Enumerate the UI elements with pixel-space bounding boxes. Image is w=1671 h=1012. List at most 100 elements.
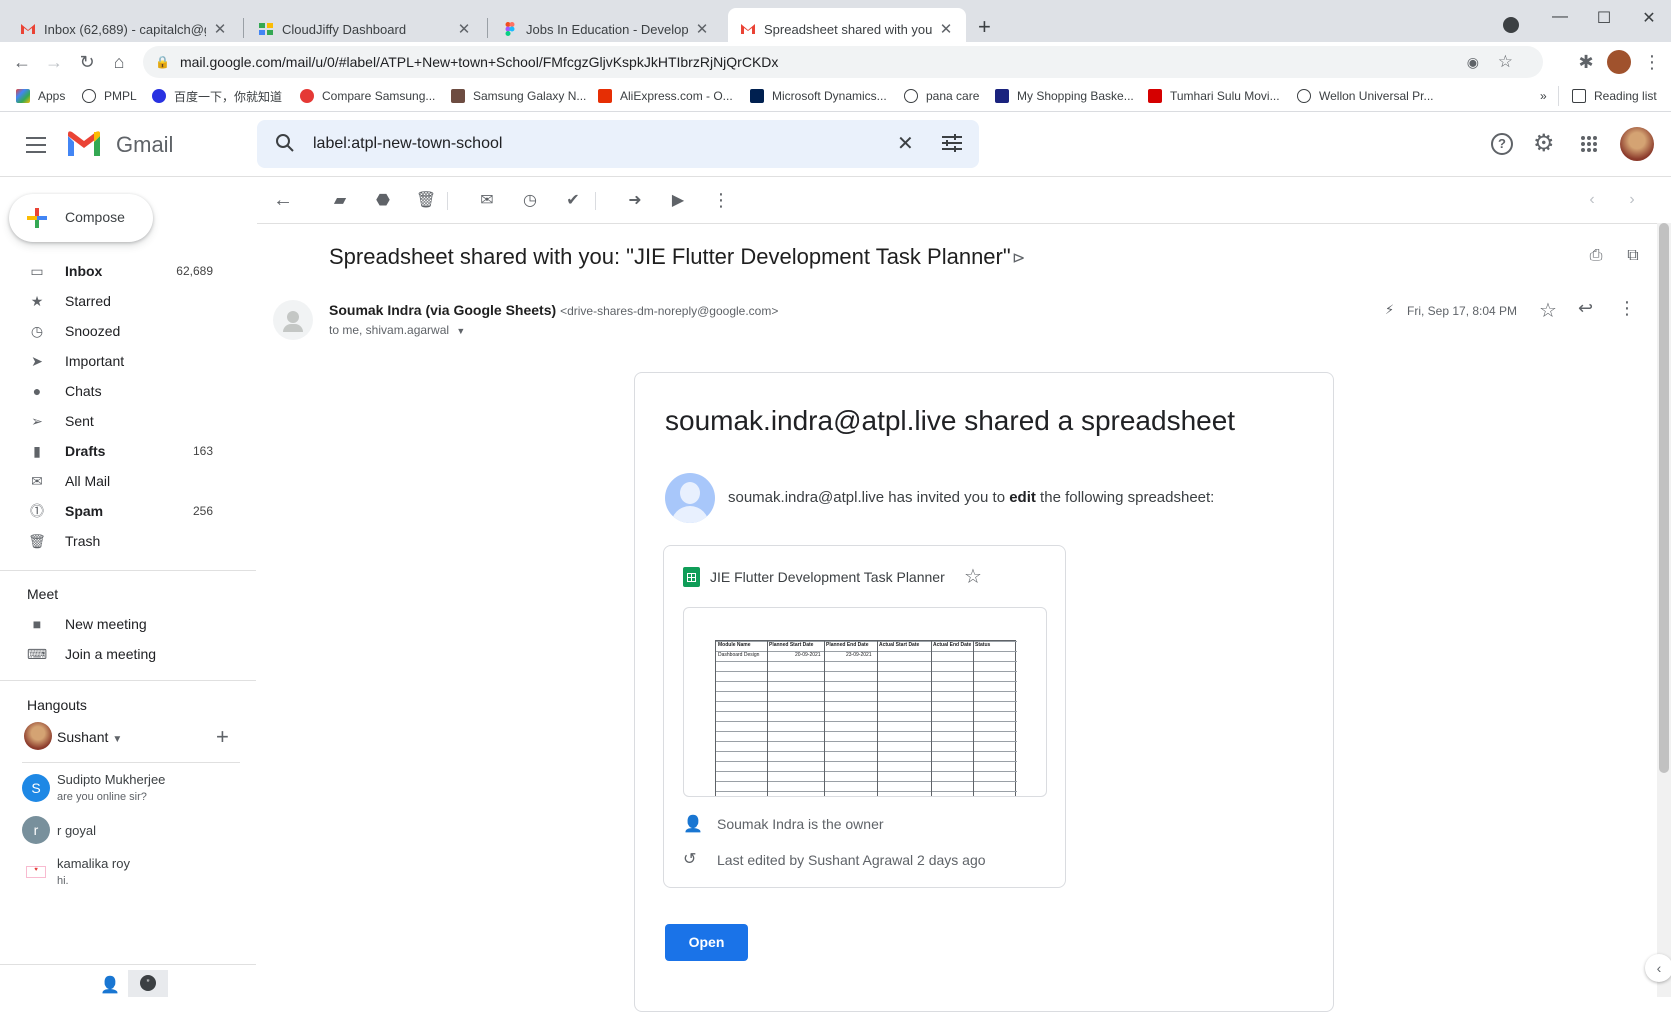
message-more-icon[interactable]: ⋮ (1618, 298, 1636, 319)
maximize-icon[interactable]: ☐ (1582, 8, 1626, 28)
recipients[interactable]: to me, shivam.agarwal ▼ (329, 323, 465, 337)
chrome-menu-icon[interactable]: ⋮ (1640, 50, 1664, 74)
nav-all-mail[interactable]: ✉ All Mail (0, 466, 256, 496)
hangouts-heading: Hangouts (27, 697, 87, 713)
bookmark-microsoft-dynamics[interactable]: Microsoft Dynamics... (750, 86, 887, 106)
scrollbar[interactable] (1657, 223, 1671, 997)
clear-search-icon[interactable]: ✕ (897, 131, 914, 156)
profile-avatar[interactable] (1607, 50, 1631, 74)
move-to-icon[interactable]: ➜ (623, 188, 647, 212)
extensions-icon[interactable]: ✱ (1574, 50, 1598, 74)
nav-trash[interactable]: 🗑 Trash (0, 526, 256, 556)
hangout-contact-kamalika[interactable]: ♥ kamalika roy hi. (22, 854, 252, 894)
search-icon[interactable] (275, 133, 295, 153)
search-bar[interactable]: label:atpl-new-town-school ✕ (257, 120, 979, 168)
bookmark-star-icon[interactable]: ☆ (1498, 52, 1513, 72)
bookmarks-overflow[interactable]: » (1540, 86, 1547, 106)
bookmark-samsung-galaxy[interactable]: Samsung Galaxy N... (451, 86, 586, 106)
address-bar[interactable]: 🔒 mail.google.com/mail/u/0/#label/ATPL+N… (143, 46, 1543, 78)
main-menu-icon[interactable] (26, 134, 46, 154)
nav-important[interactable]: ➤ Important (0, 346, 256, 376)
google-apps-icon[interactable] (1580, 135, 1598, 153)
reload-icon[interactable]: ↻ (75, 50, 99, 74)
reading-list[interactable]: Reading list (1572, 86, 1657, 106)
open-new-window-icon[interactable]: ⧉ (1621, 244, 1645, 268)
archive-icon[interactable]: ▰ (328, 188, 352, 212)
meet-join-meeting[interactable]: ⌨ Join a meeting (0, 639, 256, 669)
close-tab-icon[interactable]: ✕ (456, 20, 472, 38)
search-input[interactable]: label:atpl-new-town-school (313, 135, 502, 153)
eye-icon[interactable]: ◉ (1467, 54, 1479, 71)
last-edited-text: Last edited by Sushant Agrawal 2 days ag… (717, 852, 986, 868)
close-tab-icon[interactable]: ✕ (938, 20, 954, 38)
google-sheets-icon (683, 567, 700, 587)
bookmark-aliexpress[interactable]: AliExpress.com - O... (598, 86, 733, 106)
quick-action-bolt-icon: ⚡ (1385, 302, 1395, 317)
nav-inbox[interactable]: ▭ Inbox 62,689 (0, 256, 256, 286)
more-actions-icon[interactable]: ⋮ (709, 188, 733, 212)
add-hangout-icon[interactable]: + (216, 724, 229, 750)
new-tab-icon[interactable]: + (978, 14, 991, 40)
bookmark-my-shopping-basket[interactable]: My Shopping Baske... (995, 86, 1134, 106)
close-window-icon[interactable]: ✕ (1627, 8, 1671, 28)
hangouts-status-menu[interactable]: Sushant ▼ (57, 729, 122, 745)
forward-icon[interactable]: → (42, 50, 66, 74)
hangout-contact-r-goyal[interactable]: r r goyal (22, 816, 252, 848)
contact-name: Sudipto Mukherjee (57, 772, 166, 787)
label-icon[interactable]: ▶ (666, 188, 690, 212)
meet-new-meeting[interactable]: ■ New meeting (0, 609, 256, 639)
bookmark-wellon[interactable]: Wellon Universal Pr... (1297, 86, 1434, 106)
bookmark-pmpl[interactable]: PMPL (82, 86, 137, 106)
star-message-icon[interactable]: ☆ (1539, 298, 1557, 323)
hangouts-tab-active[interactable]: ” (128, 970, 168, 997)
bookmark-tumhari-sulu[interactable]: Tumhari Sulu Movi... (1148, 86, 1280, 106)
bookmark-pana-care[interactable]: pana care (904, 86, 979, 106)
nav-spam[interactable]: ⓵ Spam 256 (0, 496, 256, 526)
file-card[interactable]: JIE Flutter Development Task Planner ☆ M… (663, 545, 1066, 888)
home-icon[interactable]: ⌂ (107, 50, 131, 74)
divider (22, 762, 240, 763)
file-star-icon[interactable]: ☆ (964, 564, 982, 589)
nav-chats[interactable]: ● Chats (0, 376, 256, 406)
compose-button[interactable]: Compose (9, 194, 153, 242)
gmail-wordmark: Gmail (116, 132, 174, 157)
account-avatar[interactable] (1620, 127, 1654, 161)
settings-gear-icon[interactable]: ⚙ (1533, 129, 1555, 158)
side-panel-toggle-icon[interactable]: ‹ (1645, 954, 1671, 982)
help-icon[interactable]: ? (1491, 133, 1513, 155)
sender-name[interactable]: Soumak Indra (via Google Sheets) (329, 302, 556, 318)
tab-search-icon[interactable] (1503, 17, 1519, 33)
nav-sent[interactable]: ➢ Sent (0, 406, 256, 436)
gmail-header: Gmail label:atpl-new-town-school ✕ ? ⚙ (0, 113, 1671, 177)
back-to-list-icon[interactable]: ← (271, 188, 295, 212)
baidu-icon (152, 89, 166, 103)
back-icon[interactable]: ← (10, 50, 34, 74)
reply-icon[interactable]: ↩ (1578, 298, 1593, 319)
minimize-icon[interactable]: — (1538, 8, 1582, 26)
nav-drafts[interactable]: ▮ Drafts 163 (0, 436, 256, 466)
nav-starred[interactable]: ★ Starred (0, 286, 256, 316)
important-marker-icon[interactable]: ⊳ (1012, 248, 1025, 268)
nav-snoozed[interactable]: ◷ Snoozed (0, 316, 256, 346)
file-name[interactable]: JIE Flutter Development Task Planner (710, 569, 945, 585)
newer-chevron-icon[interactable]: ‹ (1580, 188, 1604, 212)
open-button[interactable]: Open (665, 924, 748, 961)
print-icon[interactable]: ⎙ (1584, 244, 1608, 268)
close-tab-icon[interactable]: ✕ (212, 20, 228, 38)
spreadsheet-thumbnail[interactable]: Module Name Planned Start Date Planned E… (683, 607, 1047, 797)
close-tab-icon[interactable]: ✕ (694, 20, 710, 38)
scrollbar-thumb[interactable] (1659, 223, 1669, 773)
snooze-icon[interactable]: ◷ (518, 188, 542, 212)
bookmark-compare-samsung[interactable]: Compare Samsung... (300, 86, 435, 106)
person-icon[interactable]: 👤 (100, 975, 120, 995)
bookmark-baidu[interactable]: 百度一下，你就知道 (152, 86, 282, 106)
bookmark-apps[interactable]: Apps (16, 86, 65, 106)
gmail-logo-icon[interactable] (66, 130, 102, 158)
older-chevron-icon[interactable]: › (1620, 188, 1644, 212)
search-options-icon[interactable] (941, 133, 963, 153)
report-spam-icon[interactable]: ⬣ (371, 188, 395, 212)
hangout-contact-sudipto[interactable]: S Sudipto Mukherjee are you online sir? (22, 770, 252, 810)
mark-unread-icon[interactable]: ✉ (475, 188, 499, 212)
add-task-icon[interactable]: ✔ (561, 188, 585, 212)
delete-icon[interactable]: 🗑 (414, 188, 438, 212)
